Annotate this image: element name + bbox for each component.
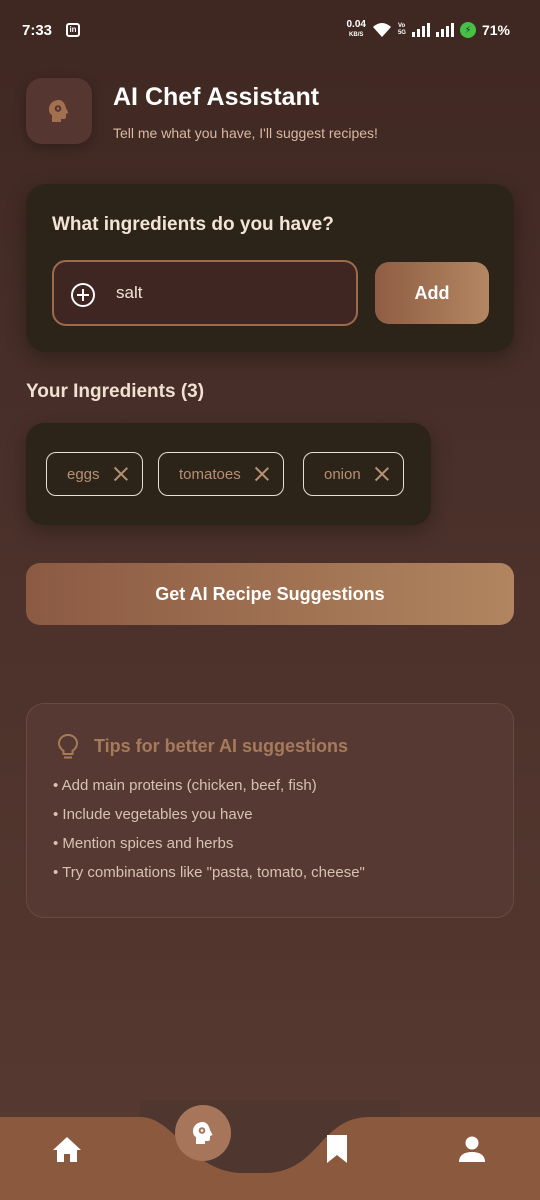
status-bar: 7:33 in 0.04 KB/S Vo 5G ⚡ 71% [0,0,540,62]
page-title: AI Chef Assistant [113,83,320,111]
battery-charging-icon: ⚡ [459,22,476,38]
nav-home[interactable] [52,1135,82,1168]
app-logo [26,78,92,144]
chip-label: eggs [67,465,100,483]
home-icon [53,1137,81,1162]
ingredient-chip[interactable]: eggs [46,452,143,496]
status-indicators: 0.04 KB/S Vo 5G ⚡ 71% [346,20,510,40]
ingredient-input[interactable] [116,280,336,306]
close-icon[interactable] [375,467,389,481]
chip-label: tomatoes [179,465,241,483]
network-speed: 0.04 KB/S [346,19,366,39]
get-suggestions-button[interactable]: Get AI Recipe Suggestions [26,563,514,625]
ai-chef-icon [193,1122,213,1144]
list-item: • Include vegetables you have [53,806,253,823]
volte-icon: Vo 5G [397,23,406,36]
input-card-heading: What ingredients do you have? [52,214,334,235]
nav-profile[interactable] [458,1135,486,1168]
battery-level: 71% [481,22,510,38]
signal-icon [411,23,430,37]
list-item: • Mention spices and herbs [53,835,234,852]
close-icon[interactable] [114,467,128,481]
tips-card: Tips for better AI suggestions • Add mai… [26,703,514,918]
linkedin-icon: in [66,23,80,37]
signal-icon [435,23,454,37]
list-item: • Try combinations like "pasta, tomato, … [53,864,365,881]
nav-saved[interactable] [326,1134,348,1169]
chip-label: onion [324,465,361,483]
ingredient-input-card: What ingredients do you have? Add [26,184,514,352]
nav-ai-chef[interactable] [175,1105,231,1161]
ingredient-chip[interactable]: tomatoes [158,452,284,496]
tips-list: • Add main proteins (chicken, beef, fish… [53,777,365,893]
lightbulb-icon [57,733,79,759]
tips-title: Tips for better AI suggestions [94,736,349,756]
add-button[interactable]: Add [375,262,489,324]
ingredients-list: eggs tomatoes onion [26,423,431,525]
page-subtitle: Tell me what you have, I'll suggest reci… [113,125,378,141]
ingredients-heading: Your Ingredients (3) [26,381,205,402]
add-circle-icon [71,283,95,307]
list-item: • Add main proteins (chicken, beef, fish… [53,777,317,794]
app-header: AI Chef Assistant Tell me what you have,… [26,78,516,148]
profile-icon [459,1136,485,1162]
ingredient-chip[interactable]: onion [303,452,404,496]
bookmark-icon [327,1135,347,1163]
close-icon[interactable] [255,467,269,481]
status-time: 7:33 [22,22,53,39]
wifi-icon [372,23,391,37]
ingredient-input-wrapper[interactable] [52,260,358,326]
ai-chef-icon [49,100,69,122]
